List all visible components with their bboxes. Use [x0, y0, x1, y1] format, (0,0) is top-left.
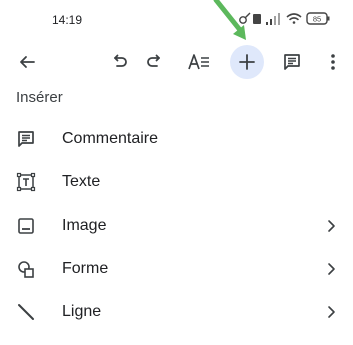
toolbar: [0, 42, 353, 82]
arrow-back-icon: [20, 56, 35, 68]
battery-icon: 85: [306, 12, 330, 25]
menu-item-text[interactable]: Texte: [0, 161, 353, 203]
chevron-right-icon: [328, 306, 335, 318]
menu-item-shape[interactable]: Forme: [0, 248, 353, 290]
menu-item-comment[interactable]: Commentaire: [0, 118, 353, 160]
menu-item-label: Texte: [62, 173, 101, 190]
menu-item-label: Forme: [62, 260, 109, 277]
menu-item-label: Ligne: [62, 303, 102, 320]
menu-item-line[interactable]: Ligne: [0, 291, 353, 333]
text-format-icon: [188, 54, 209, 70]
status-time: 14:19: [52, 13, 83, 27]
more-vert-icon: [331, 54, 335, 70]
back-button[interactable]: [10, 42, 44, 82]
menu-item-image[interactable]: Image: [0, 205, 353, 247]
more-options-button[interactable]: [316, 42, 350, 82]
chevron-right-icon: [328, 220, 335, 232]
chevron-right-icon: [328, 263, 335, 275]
add-icon: [239, 54, 255, 70]
annotation-arrow: [213, 0, 246, 40]
wifi-icon: [286, 13, 302, 24]
comment-icon: [284, 54, 300, 70]
insert-menu-title: Insérer: [16, 89, 63, 106]
text-box-icon: [16, 172, 36, 192]
shapes-icon: [18, 261, 34, 278]
status-bar: 14:19 85: [0, 0, 353, 40]
comment-icon: [18, 131, 34, 147]
menu-item-label: Image: [62, 217, 107, 234]
redo-icon: [147, 54, 160, 67]
insert-button[interactable]: [230, 42, 264, 82]
undo-button[interactable]: [103, 42, 137, 82]
svg-text:85: 85: [313, 15, 321, 24]
undo-icon: [114, 54, 127, 67]
comment-button[interactable]: [275, 42, 309, 82]
signal-icon: [266, 13, 280, 25]
redo-button[interactable]: [137, 42, 171, 82]
text-format-button[interactable]: [182, 42, 216, 82]
line-icon: [18, 304, 34, 320]
image-icon: [18, 218, 34, 234]
menu-item-label: Commentaire: [62, 130, 159, 147]
